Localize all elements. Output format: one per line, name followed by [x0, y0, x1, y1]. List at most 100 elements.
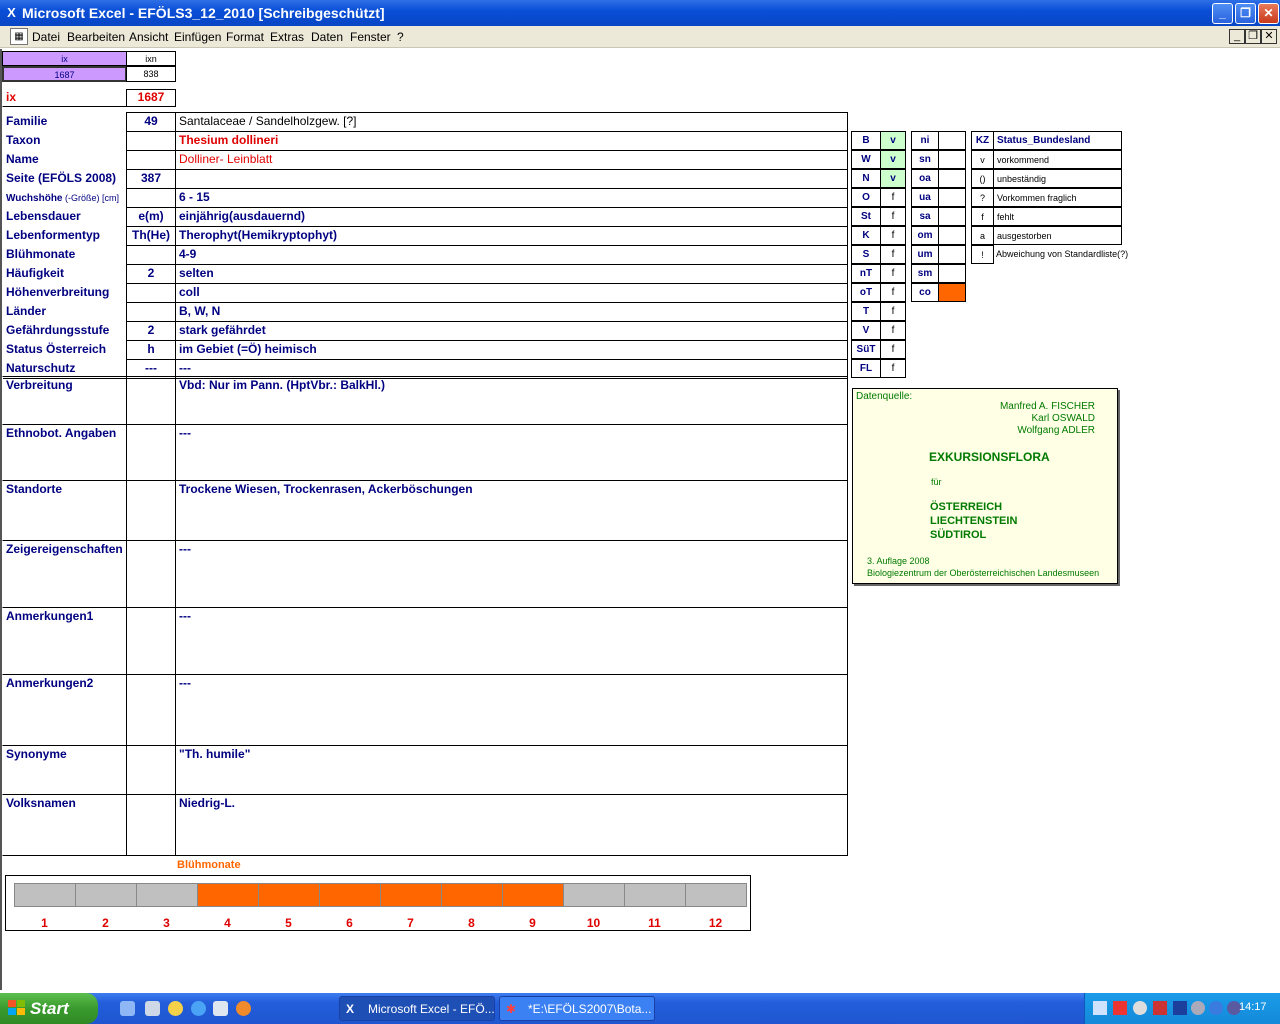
row-value[interactable]: Thesium dollineri [175, 131, 848, 151]
state-code[interactable]: N [851, 169, 881, 188]
region-code[interactable]: sm [911, 264, 939, 283]
menu-ansicht[interactable]: Ansicht [129, 30, 168, 44]
row-code[interactable]: 49 [126, 112, 176, 132]
menu-fenster[interactable]: Fenster [350, 30, 391, 44]
state-value[interactable]: v [880, 131, 906, 150]
clock[interactable]: 14:17 [1239, 1001, 1267, 1013]
detail-code[interactable] [126, 424, 176, 481]
row-code[interactable]: Th(He) [126, 226, 176, 246]
detail-value[interactable]: Niedrig-L. [175, 794, 848, 856]
document-icon[interactable]: ▦ [10, 28, 28, 45]
state-code[interactable]: FL [851, 359, 881, 378]
row-code[interactable]: e(m) [126, 207, 176, 227]
doc-restore-button[interactable]: ❐ [1245, 29, 1261, 44]
row-value[interactable]: coll [175, 283, 848, 303]
row-value[interactable]: 4-9 [175, 245, 848, 265]
alert-icon[interactable] [1113, 1001, 1127, 1015]
row-code[interactable]: 2 [126, 321, 176, 341]
state-value[interactable]: f [880, 264, 906, 283]
detail-label[interactable]: Anmerkungen2 [2, 674, 127, 746]
detail-label[interactable]: Verbreitung [2, 376, 127, 425]
detail-label[interactable]: Anmerkungen1 [2, 607, 127, 675]
detail-value[interactable]: --- [175, 424, 848, 481]
state-code[interactable]: SüT [851, 340, 881, 359]
row-code[interactable] [126, 131, 176, 151]
state-code[interactable]: St [851, 207, 881, 226]
state-value[interactable]: f [880, 226, 906, 245]
row-code[interactable] [126, 283, 176, 303]
row-code[interactable]: 2 [126, 264, 176, 284]
state-value[interactable]: f [880, 188, 906, 207]
state-code[interactable]: O [851, 188, 881, 207]
detail-code[interactable] [126, 674, 176, 746]
close-button[interactable]: ✕ [1258, 3, 1279, 24]
task-paint[interactable]: ✱ *E:\EFÖLS2007\Bota... [499, 996, 655, 1021]
region-value[interactable] [938, 188, 966, 207]
state-code[interactable]: T [851, 302, 881, 321]
region-value[interactable] [938, 150, 966, 169]
row-value[interactable]: Therophyt(Hemikryptophyt) [175, 226, 848, 246]
state-value[interactable]: f [880, 340, 906, 359]
index-header-ix[interactable]: ix [2, 51, 127, 66]
row-label[interactable]: Häufigkeit [2, 264, 127, 284]
shield-icon[interactable] [1173, 1001, 1187, 1015]
detail-value[interactable]: --- [175, 607, 848, 675]
state-value[interactable]: f [880, 283, 906, 302]
menu-daten[interactable]: Daten [311, 30, 343, 44]
index-value-ix[interactable]: 1687 [2, 66, 127, 82]
row-value[interactable]: Santalaceae / Sandelholzgew. [?] [175, 112, 848, 132]
region-value[interactable] [938, 283, 966, 302]
detail-code[interactable] [126, 745, 176, 795]
row-label[interactable]: Lebenformentyp [2, 226, 127, 246]
region-code[interactable]: sa [911, 207, 939, 226]
detail-code[interactable] [126, 540, 176, 608]
restore-button[interactable]: ❐ [1235, 3, 1256, 24]
quicklaunch-ie-icon[interactable] [191, 1001, 206, 1016]
row-label[interactable]: Seite (EFÖLS 2008) [2, 169, 127, 189]
row-value[interactable] [175, 169, 848, 189]
region-value[interactable] [938, 207, 966, 226]
detail-label[interactable]: Zeigereigenschaften [2, 540, 127, 608]
row-code[interactable] [126, 245, 176, 265]
detail-value[interactable]: "Th. humile" [175, 745, 848, 795]
state-code[interactable]: S [851, 245, 881, 264]
row-value[interactable]: selten [175, 264, 848, 284]
state-value[interactable]: f [880, 245, 906, 264]
index-value-ixn[interactable]: 838 [126, 66, 176, 82]
row-label[interactable]: Name [2, 150, 127, 170]
row-code[interactable]: h [126, 340, 176, 360]
menu-bearbeiten[interactable]: Bearbeiten [67, 30, 125, 44]
region-value[interactable] [938, 169, 966, 188]
detail-value[interactable]: Trockene Wiesen, Trockenrasen, Ackerbösc… [175, 480, 848, 541]
quicklaunch-explorer-icon[interactable] [145, 1001, 160, 1016]
state-code[interactable]: V [851, 321, 881, 340]
excel-icon[interactable]: X [4, 5, 19, 20]
row-code[interactable] [126, 188, 176, 208]
quicklaunch-media-icon[interactable] [168, 1001, 183, 1016]
state-value[interactable]: v [880, 169, 906, 188]
row-label[interactable]: Gefährdungsstufe [2, 321, 127, 341]
ix-label[interactable]: ix [2, 89, 127, 107]
region-code[interactable]: om [911, 226, 939, 245]
state-value[interactable]: f [880, 302, 906, 321]
state-code[interactable]: B [851, 131, 881, 150]
state-value[interactable]: f [880, 321, 906, 340]
detail-value[interactable]: --- [175, 674, 848, 746]
start-button[interactable]: Start [0, 993, 98, 1024]
region-value[interactable] [938, 264, 966, 283]
region-code[interactable]: oa [911, 169, 939, 188]
detail-code[interactable] [126, 607, 176, 675]
detail-code[interactable] [126, 376, 176, 425]
row-label[interactable]: Blühmonate [2, 245, 127, 265]
row-value[interactable]: stark gefährdet [175, 321, 848, 341]
menu-help[interactable]: ? [397, 30, 404, 44]
detail-code[interactable] [126, 480, 176, 541]
row-label[interactable]: Status Österreich [2, 340, 127, 360]
detail-label[interactable]: Volksnamen [2, 794, 127, 856]
row-value[interactable]: einjährig(ausdauernd) [175, 207, 848, 227]
row-code[interactable] [126, 150, 176, 170]
detail-label[interactable]: Ethnobot. Angaben [2, 424, 127, 481]
detail-value[interactable]: Vbd: Nur im Pann. (HptVbr.: BalkHl.) [175, 376, 848, 425]
state-code[interactable]: oT [851, 283, 881, 302]
row-code[interactable] [126, 302, 176, 322]
